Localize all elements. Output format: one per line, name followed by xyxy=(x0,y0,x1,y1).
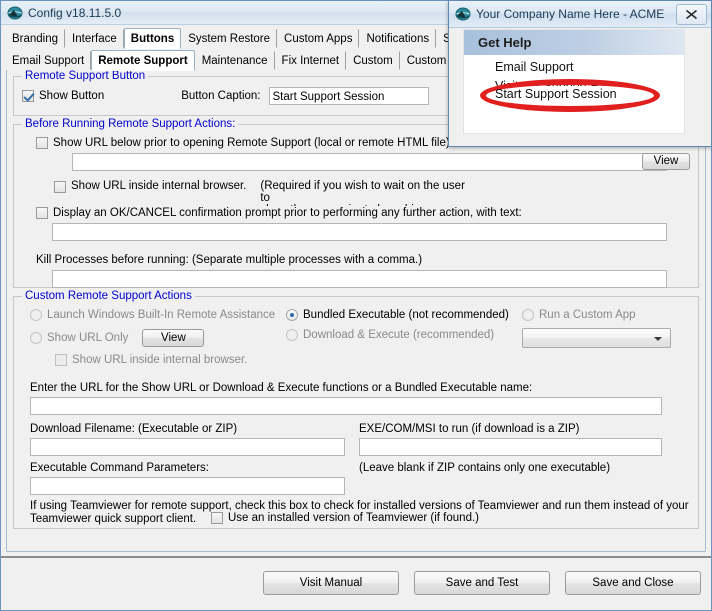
teamviewer-text-line2: Teamviewer quick support client. xyxy=(30,513,197,525)
close-x-glyph xyxy=(686,9,697,20)
leave-blank-hint: (Leave blank if ZIP contains only one ex… xyxy=(359,462,611,474)
show-url-before-checkbox[interactable] xyxy=(36,137,48,149)
show-url-before-label: Show URL below prior to opening Remote S… xyxy=(53,137,450,149)
teamviewer-text-line1: If using Teamviewer for remote support, … xyxy=(30,500,689,512)
radio-builtin-remote-assistance[interactable] xyxy=(30,309,42,321)
show-button-checkbox[interactable] xyxy=(22,90,34,102)
show-url-input[interactable] xyxy=(72,153,667,171)
radio-run-custom-app[interactable] xyxy=(522,309,534,321)
sub-internal-browser-checkbox[interactable] xyxy=(55,354,67,366)
chevron-down-icon xyxy=(654,337,662,341)
tab-system-restore[interactable]: System Restore xyxy=(181,29,278,48)
kill-processes-input[interactable] xyxy=(52,270,667,288)
tab-fix-internet[interactable]: Fix Internet xyxy=(274,51,347,70)
group-before-running-actions: Before Running Remote Support Actions: S… xyxy=(13,118,699,288)
custom-url-label: Enter the URL for the Show URL or Downlo… xyxy=(30,382,533,394)
confirm-prompt-checkbox[interactable] xyxy=(36,207,48,219)
tab-notifications[interactable]: Notifications xyxy=(359,29,437,48)
custom-app-combobox[interactable] xyxy=(522,328,671,348)
save-and-close-button[interactable]: Save and Close xyxy=(565,571,701,595)
radio-bundled-executable-label: Bundled Executable (not recommended) xyxy=(303,309,509,321)
internal-browser-label: Show URL inside internal browser. xyxy=(71,180,247,192)
confirm-prompt-input[interactable] xyxy=(52,223,667,241)
radio-download-execute[interactable] xyxy=(286,329,298,341)
visit-manual-button[interactable]: Visit Manual xyxy=(263,571,399,595)
window-title: Config v18.11.5.0 xyxy=(28,5,122,20)
radio-bundled-executable[interactable] xyxy=(286,309,298,321)
tab-branding[interactable]: Branding xyxy=(5,29,66,48)
sub-internal-browser-label: Show URL inside internal browser. xyxy=(72,354,248,366)
show-button-label: Show Button xyxy=(39,90,105,102)
save-and-test-button[interactable]: Save and Test xyxy=(414,571,550,595)
button-caption-input[interactable]: Start Support Session xyxy=(268,87,429,105)
tab-email-support[interactable]: Email Support xyxy=(5,51,92,70)
close-icon[interactable] xyxy=(676,4,707,25)
popup-section-header: Get Help xyxy=(464,30,684,55)
custom-app-combobox-value xyxy=(523,329,670,332)
cmd-params-label: Executable Command Parameters: xyxy=(30,462,209,474)
radio-show-url-only-label: Show URL Only xyxy=(47,332,129,344)
group-legend-remote-support-button: Remote Support Button xyxy=(22,70,149,82)
company-popup-window: Your Company Name Here - ACME Get Help E… xyxy=(448,0,712,147)
internal-browser-hint-line2: close the page prior to launching your xyxy=(260,204,475,206)
tab-remote-support[interactable]: Remote Support xyxy=(91,50,195,71)
popup-header-label: Get Help xyxy=(478,35,532,50)
popup-title: Your Company Name Here - ACME xyxy=(476,7,665,21)
radio-download-execute-label: Download & Execute (recommended) xyxy=(303,329,495,341)
exe-to-run-label: EXE/COM/MSI to run (if download is a ZIP… xyxy=(359,423,580,435)
internal-browser-checkbox[interactable] xyxy=(54,181,66,193)
popup-titlebar: Your Company Name Here - ACME xyxy=(449,1,711,28)
download-filename-input[interactable] xyxy=(30,438,345,456)
tab-custom-apps[interactable]: Custom Apps xyxy=(277,29,360,48)
radio-builtin-remote-assistance-label: Launch Windows Built-In Remote Assistanc… xyxy=(47,309,276,321)
kill-processes-label: Kill Processes before running: (Separate… xyxy=(36,254,423,266)
tab-maintenance[interactable]: Maintenance xyxy=(194,51,275,70)
view-url-button[interactable]: View xyxy=(642,153,690,170)
radio-run-custom-app-label: Run a Custom App xyxy=(539,309,636,321)
custom-url-input[interactable] xyxy=(30,397,662,415)
radio-show-url-only[interactable] xyxy=(30,332,42,344)
download-filename-label: Download Filename: (Executable or ZIP) xyxy=(30,423,238,435)
internal-browser-hint-line1: (Required if you wish to wait on the use… xyxy=(260,180,465,204)
tab-buttons[interactable]: Buttons xyxy=(123,28,182,49)
popup-link-start-support-session[interactable]: Start Support Session xyxy=(495,87,617,101)
app-globe-icon xyxy=(7,6,23,19)
bottom-button-bar: Visit Manual Save and Test Save and Clos… xyxy=(1,556,711,610)
exe-to-run-input[interactable] xyxy=(359,438,662,456)
popup-content: Get Help Email Support Visit our Support… xyxy=(463,29,685,134)
use-installed-teamviewer-checkbox[interactable] xyxy=(211,512,223,524)
popup-app-globe-icon xyxy=(455,7,471,21)
use-installed-teamviewer-label: Use an installed version of Teamviewer (… xyxy=(228,512,479,524)
popup-link-email-support[interactable]: Email Support xyxy=(464,55,684,74)
button-caption-label: Button Caption: xyxy=(181,90,261,102)
view-custom-url-button[interactable]: View xyxy=(142,329,205,347)
cmd-params-input[interactable] xyxy=(30,477,345,495)
tab-custom[interactable]: Custom xyxy=(346,51,400,70)
group-custom-actions: Custom Remote Support Actions Launch Win… xyxy=(13,290,699,529)
confirm-prompt-label: Display an OK/CANCEL confirmation prompt… xyxy=(53,207,522,219)
tab-interface[interactable]: Interface xyxy=(65,29,124,48)
